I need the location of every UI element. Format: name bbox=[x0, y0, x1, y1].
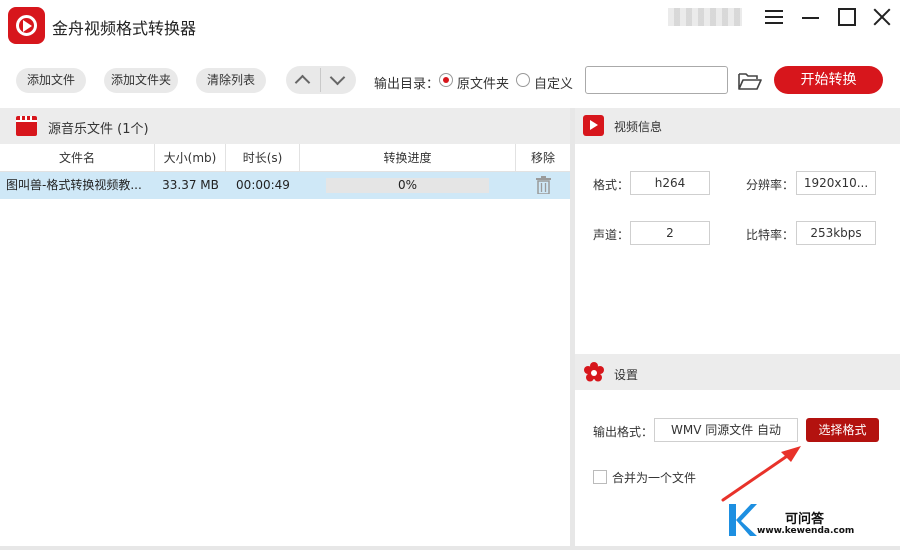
watermark-url: www.kewenda.com bbox=[757, 526, 855, 536]
radio-source-folder[interactable] bbox=[439, 73, 453, 87]
menu-icon[interactable] bbox=[763, 6, 785, 28]
choose-format-button[interactable]: 选择格式 bbox=[806, 418, 879, 442]
watermark: 可问答 www.kewenda.com bbox=[727, 500, 897, 544]
video-play-icon bbox=[583, 115, 604, 136]
merge-checkbox[interactable] bbox=[593, 470, 607, 484]
video-info-title: 视频信息 bbox=[614, 120, 663, 134]
format-label: 格式： bbox=[593, 178, 630, 192]
move-down-button[interactable] bbox=[321, 66, 356, 94]
file-list-header: 源音乐文件 (1个) bbox=[0, 108, 570, 144]
file-size: 33.37 MB bbox=[162, 178, 219, 192]
merge-label[interactable]: 合并为一个文件 bbox=[612, 469, 696, 486]
trash-icon[interactable] bbox=[536, 176, 551, 194]
clear-list-button[interactable]: 清除列表 bbox=[196, 68, 266, 93]
resolution-label: 分辨率： bbox=[746, 178, 795, 192]
output-path-input[interactable] bbox=[585, 66, 728, 94]
format-value: h264 bbox=[630, 171, 710, 195]
channel-value: 2 bbox=[630, 221, 710, 245]
file-duration: 00:00:49 bbox=[236, 178, 290, 192]
file-name: 图叫兽-格式转换视频教... bbox=[6, 178, 142, 192]
app-title: 金舟视频格式转换器 bbox=[52, 19, 197, 38]
clapperboard-icon bbox=[16, 116, 37, 136]
close-icon[interactable] bbox=[871, 6, 893, 28]
col-filename: 文件名 bbox=[0, 144, 155, 172]
maximize-icon[interactable] bbox=[836, 6, 858, 28]
col-progress: 转换进度 bbox=[300, 144, 516, 172]
start-convert-button[interactable]: 开始转换 bbox=[774, 66, 883, 94]
panel-divider bbox=[570, 108, 575, 550]
blurred-account-area bbox=[668, 8, 742, 26]
table-header: 文件名 大小(mb) 时长(s) 转换进度 移除 bbox=[0, 144, 570, 172]
radio-custom[interactable] bbox=[516, 73, 530, 87]
annotation-arrow bbox=[721, 446, 801, 502]
gear-icon bbox=[584, 362, 604, 382]
app-logo-icon bbox=[8, 7, 45, 44]
watermark-name: 可问答 bbox=[785, 512, 825, 527]
col-remove: 移除 bbox=[530, 151, 555, 165]
file-list-title: 源音乐文件 (1个) bbox=[48, 122, 149, 137]
radio-source-folder-label[interactable]: 原文件夹 bbox=[457, 73, 509, 92]
radio-custom-label[interactable]: 自定义 bbox=[534, 73, 573, 92]
table-row[interactable]: 图叫兽-格式转换视频教... 33.37 MB 00:00:49 0% bbox=[0, 172, 570, 199]
move-up-button[interactable] bbox=[286, 66, 321, 94]
col-size: 大小(mb) bbox=[155, 144, 226, 172]
add-file-button[interactable]: 添加文件 bbox=[16, 68, 86, 93]
minimize-icon[interactable] bbox=[800, 6, 822, 28]
folder-open-icon[interactable] bbox=[738, 72, 762, 90]
bottom-border bbox=[0, 546, 900, 550]
watermark-logo-icon bbox=[729, 504, 757, 536]
output-format-label: 输出格式： bbox=[593, 425, 654, 439]
chevron-up-icon bbox=[294, 74, 311, 91]
progress-text: 0% bbox=[397, 178, 418, 192]
resolution-value: 1920x10... bbox=[796, 171, 876, 195]
channel-label: 声道： bbox=[593, 228, 630, 242]
bitrate-value: 253kbps bbox=[796, 221, 876, 245]
output-dir-label: 输出目录： bbox=[374, 77, 440, 92]
bitrate-label: 比特率： bbox=[746, 228, 795, 242]
col-duration: 时长(s) bbox=[226, 144, 300, 172]
output-format-value: WMV 同源文件 自动 bbox=[654, 418, 798, 442]
move-buttons bbox=[286, 66, 356, 94]
title-bar: 金舟视频格式转换器 bbox=[0, 0, 900, 52]
toolbar: 添加文件 添加文件夹 清除列表 输出目录： 原文件夹 自定义 开始转换 bbox=[0, 52, 900, 108]
settings-title: 设置 bbox=[614, 368, 639, 382]
add-folder-button[interactable]: 添加文件夹 bbox=[104, 68, 178, 93]
chevron-down-icon bbox=[329, 69, 346, 86]
